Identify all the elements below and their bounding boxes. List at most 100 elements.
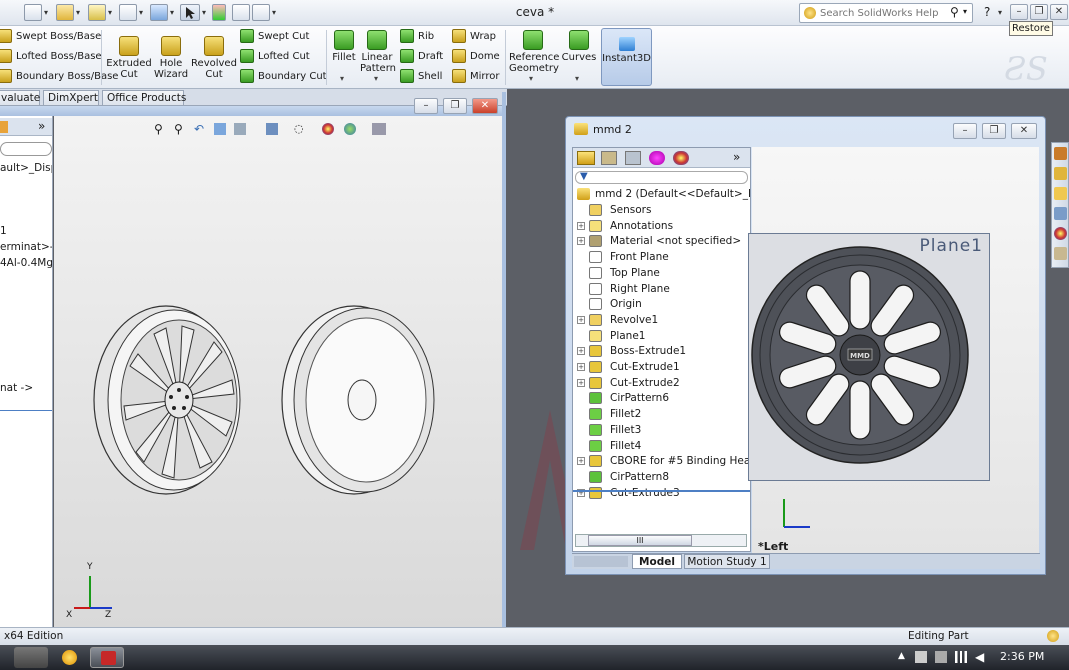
section-view-icon[interactable] [214, 123, 226, 135]
tree-row[interactable]: ault>_Displ [0, 162, 52, 174]
save-dropdown-caret[interactable]: ▾ [108, 8, 112, 17]
file-explorer-icon[interactable] [1054, 187, 1067, 200]
zoom-to-area-icon[interactable]: ⚲ [174, 122, 183, 136]
tray-flag-icon[interactable] [915, 651, 927, 663]
expand-node-icon[interactable]: + [577, 378, 585, 387]
print-dropdown-caret[interactable]: ▾ [139, 8, 143, 17]
lofted-cut-button[interactable]: Lofted Cut [240, 48, 310, 66]
edit-appearance-icon[interactable] [322, 123, 334, 135]
draft-button[interactable]: Draft [400, 48, 443, 66]
linear-pattern-button[interactable]: Linear Pattern [360, 30, 396, 74]
tree-horizontal-scrollbar[interactable]: III [575, 534, 747, 547]
apply-scene-icon[interactable] [344, 123, 356, 135]
left-graphics-area[interactable]: ⚲ ⚲ ↶ ◌ Y X Z [54, 116, 502, 627]
tree-expand-icon[interactable]: » [733, 150, 740, 164]
property-manager-tab-icon[interactable] [601, 151, 617, 165]
expand-node-icon[interactable]: + [577, 237, 585, 246]
search-icon[interactable]: ⚲ [950, 5, 959, 19]
left-minimize-button[interactable]: – [414, 98, 438, 114]
select-dropdown-caret[interactable]: ▾ [202, 8, 206, 17]
help-icon[interactable]: ? [984, 5, 990, 19]
right-restore-button[interactable]: ❐ [982, 123, 1006, 139]
taskbar-solidworks-button[interactable] [90, 647, 124, 668]
taskbar-app-icon[interactable] [14, 647, 48, 668]
zoom-to-fit-icon[interactable]: ⚲ [154, 122, 163, 136]
dome-button[interactable]: Dome [452, 48, 500, 66]
tab-scroll-arrows[interactable] [574, 556, 628, 567]
options-dropdown-caret[interactable]: ▾ [272, 8, 276, 17]
expand-node-icon[interactable]: + [577, 363, 585, 371]
right-minimize-button[interactable]: – [953, 123, 977, 139]
scrollbar-thumb[interactable]: III [588, 535, 692, 546]
wrap-button[interactable]: Wrap [452, 28, 496, 46]
tab-model[interactable]: Model [632, 554, 682, 569]
instant3d-button[interactable]: Instant3D [601, 28, 652, 86]
tree-expand-icon[interactable]: » [38, 119, 45, 133]
search-dropdown-caret[interactable]: ▾ [963, 7, 967, 16]
close-button[interactable]: ✕ [1050, 4, 1068, 20]
expand-node-icon[interactable]: + [577, 221, 585, 230]
expand-node-icon[interactable]: + [577, 457, 585, 466]
revolved-cut-button[interactable]: Revolved Cut [191, 36, 237, 80]
left-tree-filter[interactable] [0, 142, 52, 156]
hole-wizard-button[interactable]: Hole Wizard [151, 36, 191, 80]
appearances-icon[interactable] [1054, 227, 1067, 240]
solidworks-resources-icon[interactable] [1054, 147, 1067, 160]
fillet-dropdown-caret[interactable]: ▾ [340, 74, 344, 83]
view-settings-icon[interactable] [372, 123, 386, 135]
view-palette-icon[interactable] [1054, 207, 1067, 220]
hide-show-items-icon[interactable]: ◌ [294, 122, 304, 135]
select-arrow-icon[interactable] [180, 4, 200, 21]
tray-network-icon[interactable] [955, 651, 967, 663]
right-graphics-area[interactable]: Plane1 MMD *Left [748, 147, 1039, 559]
undo-icon[interactable] [150, 4, 168, 21]
restore-button[interactable]: ❐ [1030, 4, 1048, 20]
right-close-button[interactable]: ✕ [1011, 123, 1037, 139]
expand-node-icon[interactable]: + [577, 315, 585, 324]
mirror-button[interactable]: Mirror [452, 68, 499, 86]
view-orientation-icon[interactable] [234, 123, 246, 135]
minimize-button[interactable]: – [1010, 4, 1028, 20]
rebuild-status-icon[interactable] [1047, 630, 1059, 642]
previous-view-icon[interactable]: ↶ [194, 122, 204, 136]
undo-dropdown-caret[interactable]: ▾ [170, 8, 174, 17]
rollback-bar[interactable] [573, 490, 750, 492]
rebuild-icon[interactable] [212, 4, 226, 21]
new-dropdown-caret[interactable]: ▾ [44, 8, 48, 17]
help-search-input[interactable] [820, 6, 948, 20]
curves-dropdown-caret[interactable]: ▾ [575, 74, 579, 83]
expand-node-icon[interactable]: + [577, 347, 585, 356]
open-folder-icon[interactable] [56, 4, 74, 21]
shell-button[interactable]: Shell [400, 68, 442, 86]
swept-boss-base-button[interactable]: Swept Boss/Base [0, 28, 101, 46]
save-icon[interactable] [88, 4, 106, 21]
tree-row[interactable]: nat -> [0, 382, 33, 394]
rib-button[interactable]: Rib [400, 28, 434, 46]
swept-cut-button[interactable]: Swept Cut [240, 28, 309, 46]
options-icon[interactable] [252, 4, 270, 21]
design-library-icon[interactable] [1054, 167, 1067, 180]
print-icon[interactable] [119, 4, 137, 21]
left-close-button[interactable]: ✕ [472, 98, 498, 114]
tray-device-icon[interactable] [935, 651, 947, 663]
tray-show-hidden-icon[interactable]: ▲ [898, 651, 905, 661]
boundary-cut-button[interactable]: Boundary Cut [240, 68, 327, 86]
tree-row[interactable]: 1 [0, 225, 7, 237]
file-properties-icon[interactable] [232, 4, 250, 21]
lofted-boss-base-button[interactable]: Lofted Boss/Base [0, 48, 102, 66]
tab-motion-study-1[interactable]: Motion Study 1 [684, 554, 770, 569]
new-document-icon[interactable] [24, 4, 42, 21]
tree-row[interactable]: erminat>- [0, 241, 52, 253]
extruded-cut-button[interactable]: Extruded Cut [106, 36, 152, 80]
taskbar-messenger-icon[interactable] [52, 647, 86, 668]
tree-row[interactable]: 4Al-0.4Mg; [0, 257, 52, 269]
tree-filter-input[interactable]: ▼ [575, 171, 748, 184]
display-style-icon[interactable] [266, 123, 278, 135]
custom-properties-icon[interactable] [1054, 247, 1067, 260]
taskbar-clock[interactable]: 2:36 PM [1000, 650, 1044, 663]
dimxpert-manager-tab-icon[interactable] [649, 151, 665, 165]
linear-pattern-dropdown-caret[interactable]: ▾ [374, 74, 378, 83]
display-manager-tab-icon[interactable] [673, 151, 689, 165]
open-dropdown-caret[interactable]: ▾ [76, 8, 80, 17]
reference-geometry-button[interactable]: Reference Geometry [509, 30, 559, 74]
